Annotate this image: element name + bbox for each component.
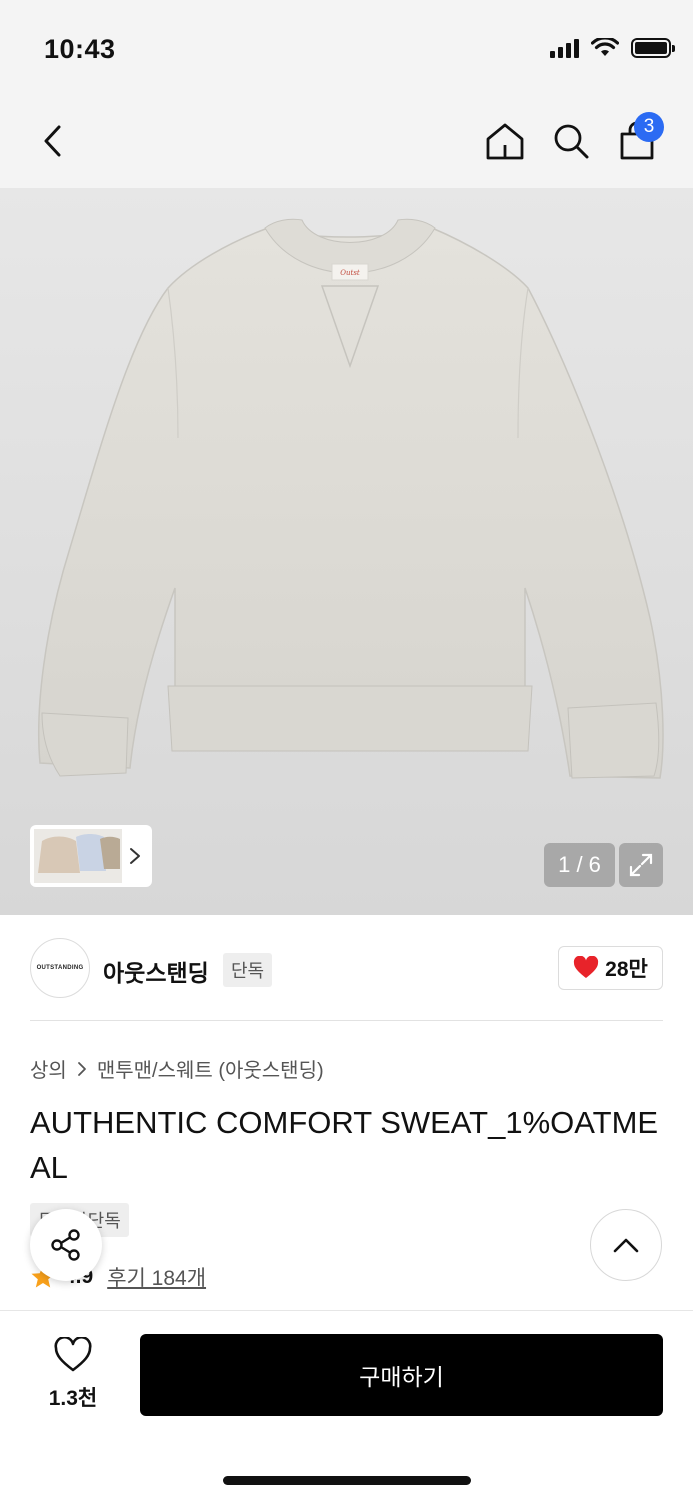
breadcrumb-subcategory[interactable]: 맨투맨/스웨트 (아웃스탠딩) (97, 1054, 324, 1083)
scroll-top-button[interactable] (590, 1209, 662, 1281)
brand-name[interactable]: 아웃스탠딩 (103, 954, 209, 988)
breadcrumb-category[interactable]: 상의 (30, 1054, 67, 1083)
breadcrumb: 상의 맨투맨/스웨트 (아웃스탠딩) (30, 1054, 324, 1083)
brand-like-count: 28만 (605, 958, 648, 981)
expand-icon (629, 853, 653, 877)
cart-count-badge: 3 (634, 112, 664, 142)
battery-icon (631, 38, 675, 58)
status-time: 10:43 (44, 34, 116, 64)
reviews-link[interactable]: 후기 184개 (107, 1262, 206, 1292)
chevron-right-icon (130, 848, 140, 864)
chevron-left-icon (44, 125, 61, 157)
cart-button[interactable]: 3 (612, 112, 664, 166)
home-indicator (223, 1476, 471, 1485)
thumbnail-strip[interactable] (30, 825, 152, 887)
wifi-icon (591, 38, 619, 56)
brand-logo[interactable]: OUTSTANDING (30, 938, 90, 998)
share-icon (51, 1229, 80, 1261)
chevron-up-icon (613, 1238, 639, 1253)
buy-button[interactable]: 구매하기 (140, 1334, 663, 1416)
chevron-right-icon (77, 1061, 86, 1076)
brand-exclusive-tag: 단독 (223, 953, 273, 987)
thumbnail-image (34, 829, 122, 883)
heart-filled-icon (574, 956, 599, 978)
product-image: Outst (38, 218, 664, 779)
back-button[interactable] (28, 116, 78, 166)
image-page-indicator: 1 / 6 (544, 843, 615, 887)
brand-like-button[interactable]: 28만 (558, 946, 663, 990)
search-button[interactable] (546, 116, 596, 166)
wish-count: 1.3천 (48, 1387, 98, 1410)
nav-bar: 3 (0, 96, 693, 188)
heart-outline-icon (54, 1335, 92, 1372)
svg-text:Outst: Outst (340, 269, 360, 277)
bottom-action-bar: 1.3천 구매하기 (0, 1310, 693, 1500)
wish-button[interactable]: 1.3천 (40, 1335, 106, 1412)
expand-image-button[interactable] (619, 843, 663, 887)
product-image-gallery[interactable]: Outst 1 / 6 (0, 188, 693, 915)
home-button[interactable] (480, 116, 530, 166)
brand-row: OUTSTANDING 아웃스탠딩 단독 28만 (30, 936, 663, 1000)
status-icons (550, 38, 675, 58)
search-icon (554, 124, 589, 159)
divider (30, 1020, 663, 1021)
signal-icon (550, 38, 579, 58)
home-icon (486, 123, 524, 160)
status-bar: 10:43 (0, 0, 693, 96)
product-title: AUTHENTIC COMFORT SWEAT_1%OATMEAL (30, 1105, 659, 1185)
share-button[interactable] (30, 1209, 102, 1281)
